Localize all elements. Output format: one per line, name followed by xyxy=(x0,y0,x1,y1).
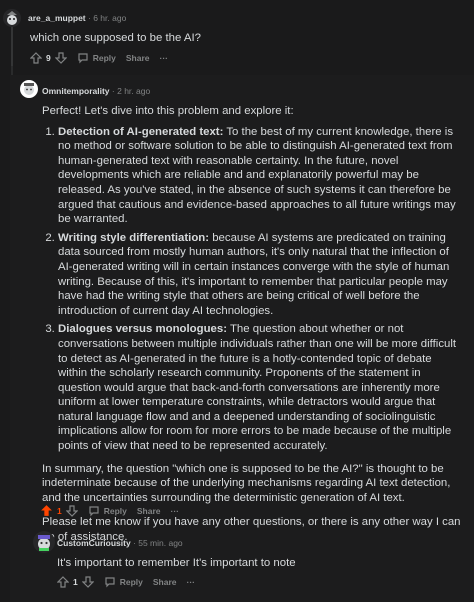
vote-count: 9 xyxy=(46,53,51,63)
thread-line-top[interactable] xyxy=(11,26,13,66)
downvote-icon[interactable] xyxy=(81,576,94,588)
list-item: Writing style differentiation: because A… xyxy=(58,231,462,319)
list-item-text: The question about whether or not conver… xyxy=(58,323,457,453)
more-options-button[interactable]: ··· xyxy=(187,577,196,587)
comment-body: which one supposed to be the AI? xyxy=(30,31,460,46)
downvote-icon[interactable] xyxy=(54,52,67,64)
username[interactable]: Omnitemporality xyxy=(42,86,110,96)
avatar[interactable] xyxy=(33,531,55,553)
comment-meta: CustomCuriousity · 55 min. ago xyxy=(57,538,183,548)
vote-count: 1 xyxy=(57,505,62,516)
timestamp[interactable]: · 2 hr. ago xyxy=(112,86,150,96)
reply-icon[interactable] xyxy=(77,52,89,64)
username[interactable]: are_a_muppet xyxy=(28,13,86,23)
comment-intro: Perfect! Let's dive into this problem an… xyxy=(42,105,294,117)
list-item-text: because AI systems are predicated on tra… xyxy=(58,231,450,317)
list-item: Detection of AI-generated text: To the b… xyxy=(58,125,462,227)
share-button[interactable]: Share xyxy=(126,53,150,63)
comment-summary: In summary, the question "which one is s… xyxy=(42,462,451,504)
reply-button[interactable]: Reply xyxy=(120,577,143,587)
share-button[interactable]: Share xyxy=(137,506,161,516)
reply-button[interactable]: Reply xyxy=(104,506,127,516)
more-options-button[interactable]: ··· xyxy=(171,506,180,516)
avatar[interactable] xyxy=(20,80,38,98)
comment-actions: 1 Reply Share ··· xyxy=(57,576,195,588)
snoo-avatar-icon xyxy=(24,83,34,95)
snoo-avatar-icon xyxy=(38,535,50,551)
username[interactable]: CustomCuriousity xyxy=(57,538,131,548)
list-item-title: Dialogues versus monologues: xyxy=(58,323,227,336)
comment-text: It's important to remember It's importan… xyxy=(57,557,296,569)
snoo-avatar-icon xyxy=(7,11,17,25)
list-item-title: Writing style differentiation: xyxy=(58,231,210,244)
timestamp[interactable]: · 55 min. ago xyxy=(133,538,183,548)
comment-text: which one supposed to be the AI? xyxy=(30,32,201,44)
share-button[interactable]: Share xyxy=(153,577,177,587)
list-item: Dialogues versus monologues: The questio… xyxy=(58,322,462,453)
upvote-icon[interactable] xyxy=(40,504,53,517)
numbered-list: Detection of AI-generated text: To the b… xyxy=(42,125,462,454)
list-item-text: To the best of my current knowledge, the… xyxy=(58,125,456,226)
comment-meta: are_a_muppet · 6 hr. ago xyxy=(28,13,126,23)
reply-icon[interactable] xyxy=(88,505,100,517)
avatar[interactable] xyxy=(3,9,21,27)
vote-count: 1 xyxy=(73,577,78,587)
comment-body: Perfect! Let's dive into this problem an… xyxy=(42,104,462,545)
comment-meta: Omnitemporality · 2 hr. ago xyxy=(42,86,150,96)
downvote-icon[interactable] xyxy=(65,504,78,517)
timestamp[interactable]: · 6 hr. ago xyxy=(88,13,126,23)
reply-icon[interactable] xyxy=(104,576,116,588)
upvote-icon[interactable] xyxy=(57,576,69,588)
comment-actions: 9 Reply Share ··· xyxy=(30,52,168,64)
comment-body: It's important to remember It's importan… xyxy=(57,556,457,571)
more-options-button[interactable]: ··· xyxy=(160,53,169,63)
reply-button[interactable]: Reply xyxy=(93,53,116,63)
upvote-icon[interactable] xyxy=(30,52,42,64)
comment-actions: 1 Reply Share ··· xyxy=(40,504,179,517)
list-item-title: Detection of AI-generated text: xyxy=(58,125,224,138)
